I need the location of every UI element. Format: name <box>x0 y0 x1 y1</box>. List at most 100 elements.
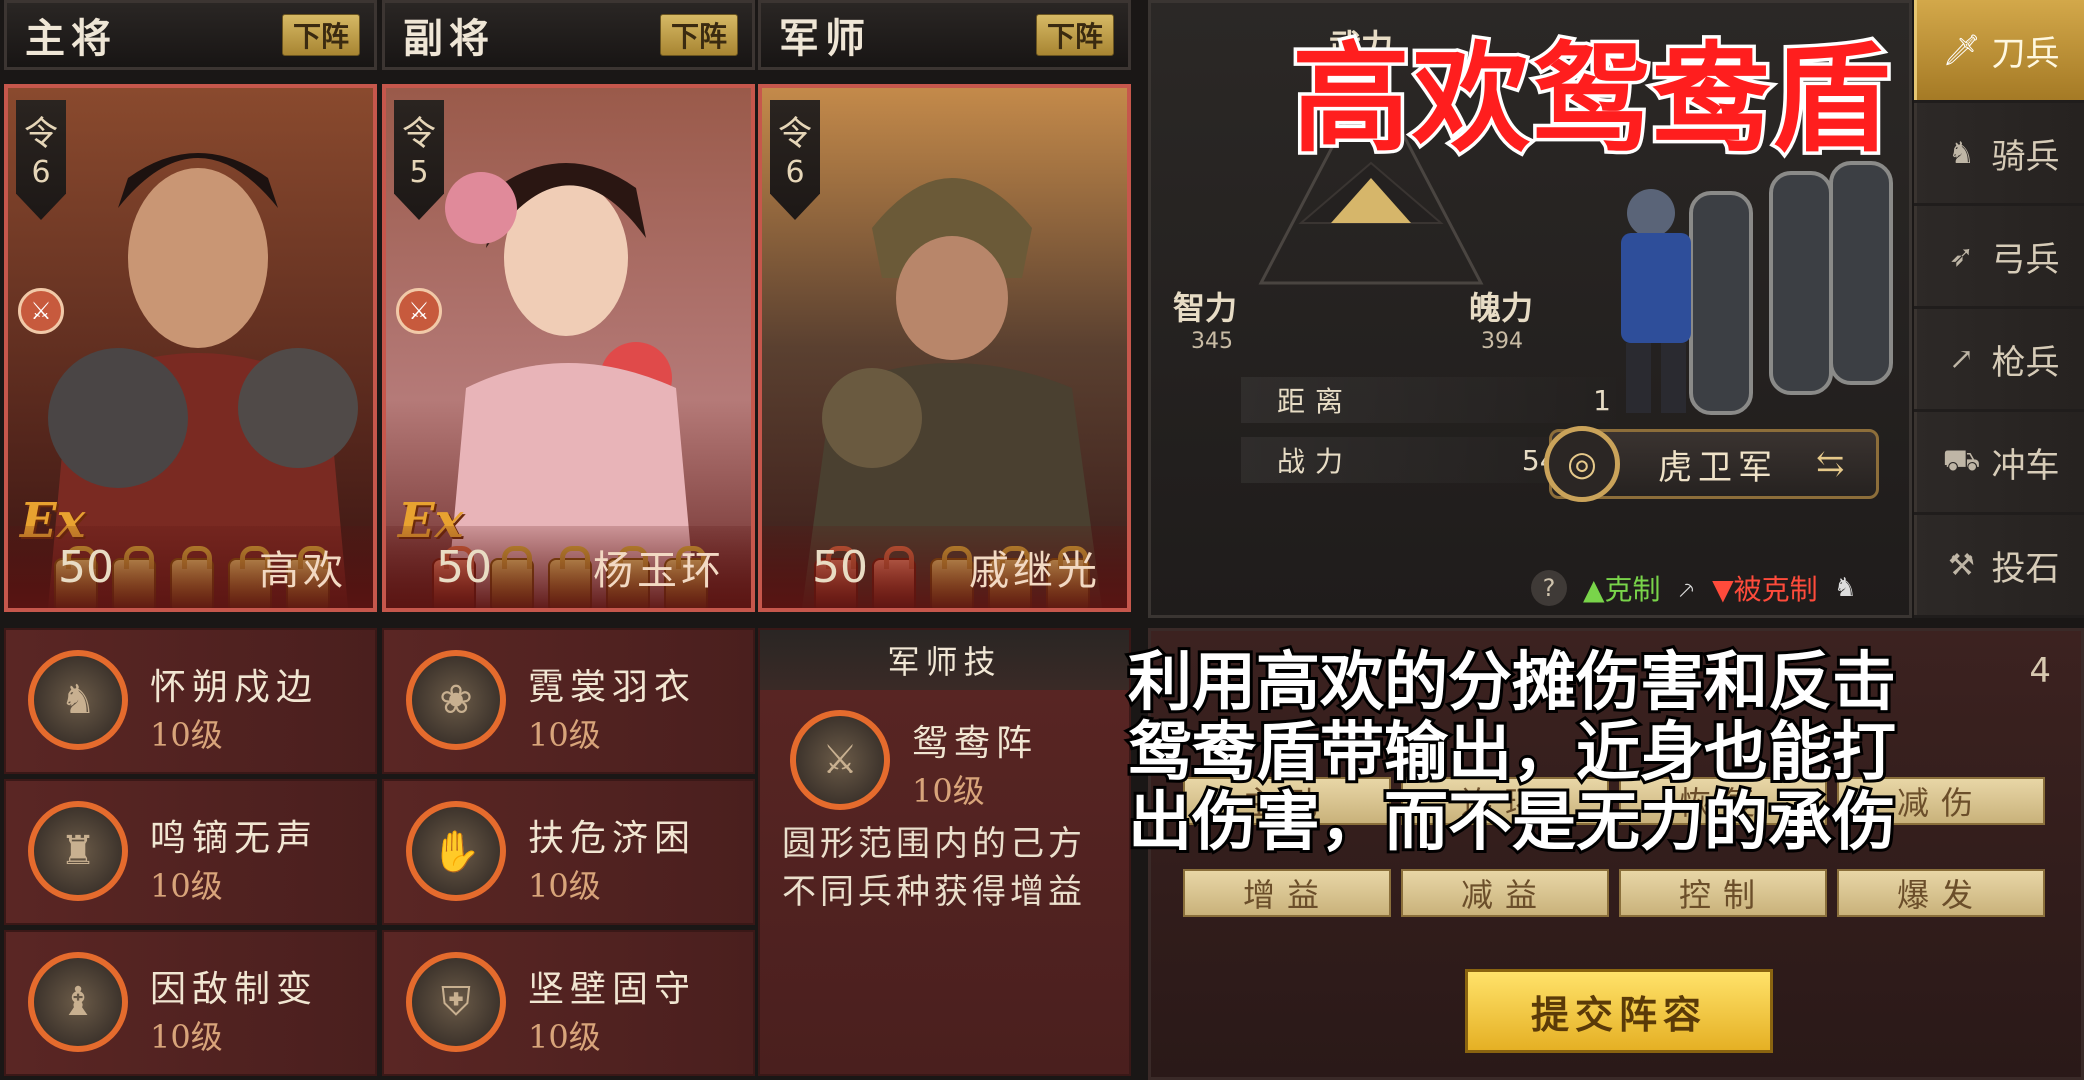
skill-slot[interactable]: ♝ 因敌制变 10级 <box>4 930 377 1076</box>
tab-label: 冲车 <box>1991 445 2060 486</box>
overlay-caption: 利用高欢的分摊伤害和反击 鸳鸯盾带输出，近身也能打 出伤害，而不是无力的承伤 <box>1125 645 2068 861</box>
caption-line: 利用高欢的分摊伤害和反击 <box>1125 645 1899 721</box>
hero-name: 杨玉环 <box>593 548 725 594</box>
troop-type-name: 虎卫军 <box>1658 447 1778 488</box>
caption-line: 鸳鸯盾带输出，近身也能打 <box>1125 715 1899 791</box>
tab-cavalry[interactable]: ♞ 骑兵 <box>1914 103 2084 203</box>
skill-slot[interactable]: ♜ 鸣镝无声 10级 <box>4 779 377 925</box>
caption-line: 出伤害，而不是无力的承伤 <box>1125 785 1899 861</box>
counter-legend: ? ▲克制 ⸕ ▼被克制 ♞ <box>1531 568 1857 608</box>
saber-icon: ⚔ <box>396 288 442 334</box>
skill-icon: ♝ <box>28 952 128 1052</box>
target-icon: ◎ <box>1544 426 1620 502</box>
countered-indicator: ▼被克制 <box>1712 573 1818 606</box>
skill-level: 10级 <box>912 772 985 810</box>
filter-burst[interactable]: 爆发 <box>1837 869 2045 917</box>
catapult-icon: ⚒ <box>1948 547 1975 583</box>
filter-buff[interactable]: 增益 <box>1183 869 1391 917</box>
spear-icon: ↗ <box>1948 341 1975 377</box>
tab-label: 枪兵 <box>1991 342 2060 383</box>
filter-control[interactable]: 控制 <box>1619 869 1827 917</box>
skill-level: 10级 <box>150 867 223 905</box>
counters-label: 克制 <box>1604 573 1661 606</box>
hero-column-advisor: 军师 下阵 令 6 50 戚继光 <box>758 0 1131 612</box>
tab-saber[interactable]: 🗡 刀兵 <box>1914 0 2084 100</box>
tab-label: 骑兵 <box>1991 136 2060 177</box>
submit-lineup-button[interactable]: 提交阵容 <box>1465 969 1773 1053</box>
tab-spear[interactable]: ↗ 枪兵 <box>1914 309 2084 409</box>
tab-ram[interactable]: ⛟ 冲车 <box>1914 412 2084 512</box>
skill-slot[interactable]: ♞ 怀朔戍边 10级 <box>4 628 377 774</box>
bow-icon: ➶ <box>1948 238 1975 274</box>
advisor-skill-panel: 军师技 ⚔ 鸳鸯阵 10级 圆形范围内的己方不同兵种获得增益 <box>758 628 1131 1076</box>
skill-level: 10级 <box>150 1018 223 1056</box>
hero-level: 50 <box>436 541 492 593</box>
skill-icon: ♞ <box>28 650 128 750</box>
skill-name: 因敌制变 <box>150 969 319 1010</box>
skill-name: 鸳鸯阵 <box>912 723 1039 764</box>
skill-icon: ⛨ <box>406 952 506 1052</box>
command-label: 令 <box>24 114 58 154</box>
hero-card[interactable]: 令 6 50 戚继光 <box>758 84 1131 612</box>
filter-debuff[interactable]: 减益 <box>1401 869 1609 917</box>
skill-name: 扶危济困 <box>528 818 697 859</box>
ram-icon: ⛟ <box>1942 442 1981 478</box>
hero-name: 戚继光 <box>969 548 1101 594</box>
card-footer: 50 杨玉环 <box>386 526 751 608</box>
hero-card[interactable]: 令 6 ⚔ Ex 50 高欢 <box>4 84 377 612</box>
horse-icon: ♞ <box>1833 573 1857 603</box>
role-label: 军师 <box>779 15 871 62</box>
distance-label: 距离 <box>1277 385 1354 418</box>
skill-icon: ✋ <box>406 801 506 901</box>
stat-courage-value: 394 <box>1481 329 1523 354</box>
troop-type-tabs: 🗡 刀兵 ♞ 骑兵 ➶ 弓兵 ↗ 枪兵 ⛟ 冲车 ⚒ 投石 <box>1914 0 2084 618</box>
stat-intellect-value: 345 <box>1191 329 1233 354</box>
hero-header: 军师 下阵 <box>758 0 1131 70</box>
tab-label: 刀兵 <box>1991 33 2060 74</box>
overlay-title: 高欢鸳鸯盾 <box>1288 30 1893 168</box>
troop-type-selector[interactable]: ◎ 虎卫军 ⇆ <box>1544 426 1879 502</box>
skill-slot[interactable]: ✋ 扶危济困 10级 <box>382 779 755 925</box>
stat-intellect-label: 智力 <box>1173 289 1238 327</box>
distance-row: 距离 1 <box>1241 377 1631 423</box>
hero-level: 50 <box>58 541 114 593</box>
card-footer: 50 戚继光 <box>762 526 1127 608</box>
stat-courage-label: 魄力 <box>1469 289 1534 327</box>
command-label: 令 <box>778 114 812 154</box>
hero-header: 副将 下阵 <box>382 0 755 70</box>
help-icon[interactable]: ? <box>1531 570 1567 606</box>
skill-level: 10级 <box>150 716 223 754</box>
advisor-skill-header: 军师技 <box>760 630 1129 690</box>
role-label: 副将 <box>403 15 495 62</box>
spear-icon: ⸕ <box>1676 575 1697 605</box>
hero-header: 主将 下阵 <box>4 0 377 70</box>
skill-name: 霓裳羽衣 <box>528 667 697 708</box>
role-label: 主将 <box>25 15 117 62</box>
skill-level: 10级 <box>528 716 601 754</box>
hero-column-vice: 副将 下阵 令 5 ⚔ Ex 50 杨玉环 <box>382 0 755 612</box>
skill-icon[interactable]: ⚔ <box>790 710 890 810</box>
remove-hero-button[interactable]: 下阵 <box>282 14 360 56</box>
skill-level: 10级 <box>528 1018 601 1056</box>
hero-card[interactable]: 令 5 ⚔ Ex 50 杨玉环 <box>382 84 755 612</box>
card-footer: 50 高欢 <box>8 526 373 608</box>
tab-archer[interactable]: ➶ 弓兵 <box>1914 206 2084 306</box>
skill-description: 圆形范围内的己方不同兵种获得增益 <box>782 824 1086 912</box>
power-label: 战力 <box>1277 445 1354 478</box>
remove-hero-button[interactable]: 下阵 <box>660 14 738 56</box>
saber-icon: 🗡 <box>1942 32 1981 68</box>
skill-slot[interactable]: ❀ 霓裳羽衣 10级 <box>382 628 755 774</box>
command-cost: 5 <box>409 155 429 190</box>
main-hero-skills: ♞ 怀朔戍边 10级 ♜ 鸣镝无声 10级 ♝ 因敌制变 10级 <box>4 628 377 1080</box>
horse-icon: ♞ <box>1948 135 1975 171</box>
tab-label: 弓兵 <box>1991 239 2060 280</box>
skill-icon: ❀ <box>406 650 506 750</box>
skill-slot[interactable]: ⛨ 坚壁固守 10级 <box>382 930 755 1076</box>
command-cost: 6 <box>31 155 51 190</box>
tab-catapult[interactable]: ⚒ 投石 <box>1914 515 2084 615</box>
hero-level: 50 <box>812 541 868 593</box>
remove-hero-button[interactable]: 下阵 <box>1036 14 1114 56</box>
hero-column-main: 主将 下阵 令 6 ⚔ Ex 50 高欢 <box>4 0 377 612</box>
swap-icon[interactable]: ⇆ <box>1816 444 1876 484</box>
skill-name: 鸣镝无声 <box>150 818 319 859</box>
